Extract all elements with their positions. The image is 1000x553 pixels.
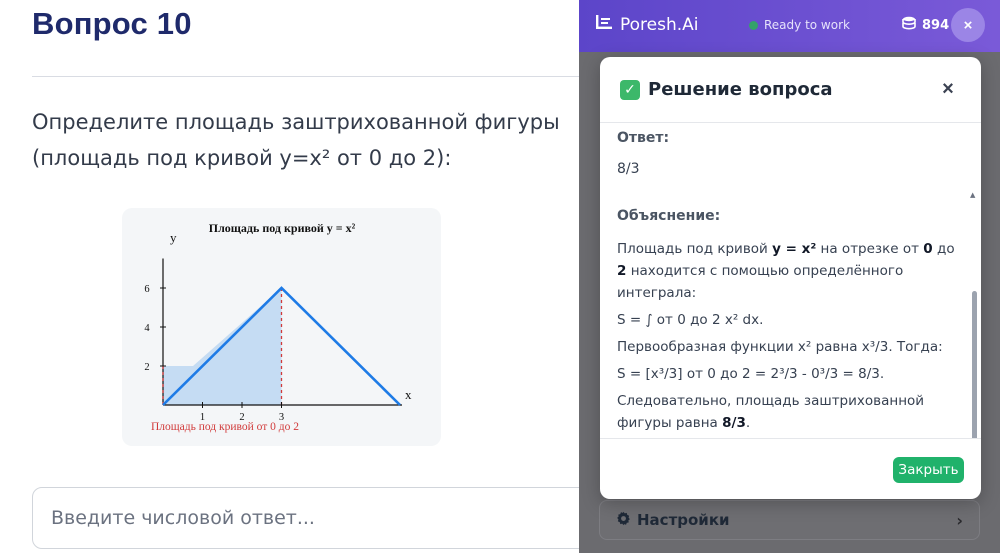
bound-lower: 0 bbox=[923, 241, 933, 257]
status-indicator: Ready to work bbox=[749, 18, 850, 32]
chart-caption: Площадь под кривой от 0 до 2 bbox=[151, 421, 299, 433]
text-span: до bbox=[937, 241, 955, 257]
explanation-paragraph-2: S = ∫ от 0 до 2 x² dx. bbox=[617, 312, 764, 328]
solution-modal: ✓ Решение вопроса × Ответ: 8/3 Объяснени… bbox=[600, 57, 981, 499]
explanation-paragraph-4: S = [x³/3] от 0 до 2 = 2³/3 - 0³/3 = 8/3… bbox=[617, 366, 885, 382]
modal-title-text: Решение вопроса bbox=[648, 79, 833, 100]
text-span: на отрезке от bbox=[820, 241, 919, 257]
question-text: Определите площадь заштрихованной фигуры… bbox=[32, 110, 560, 170]
formula-text: y = x² bbox=[772, 241, 817, 257]
text-span: Площадь под кривой bbox=[617, 241, 768, 257]
explanation-paragraph-3: Первообразная функции x² равна x³/3. Тог… bbox=[617, 339, 943, 355]
y-axis-label: y bbox=[170, 230, 177, 245]
modal-footer: Закрыть bbox=[600, 438, 981, 499]
coins-count: 894 bbox=[922, 17, 950, 33]
chart-title: Площадь под кривой y = x² bbox=[209, 221, 356, 235]
y-tick-label: 6 bbox=[144, 284, 149, 295]
text-span: находится с помощью определённого интегр… bbox=[617, 263, 904, 301]
panel-close-button[interactable]: × bbox=[951, 8, 985, 42]
close-icon: × bbox=[963, 16, 973, 34]
plot-area: 1 2 3246 bbox=[144, 258, 402, 423]
explanation-paragraph-1: Площадь под кривой y = x² на отрезке от … bbox=[617, 238, 957, 304]
final-answer: 8/3 bbox=[722, 415, 746, 431]
assistant-panel: Poresh.Ai Ready to work 894 × Настройки … bbox=[579, 0, 1000, 553]
question-title: Вопрос 10 bbox=[32, 6, 192, 41]
checkmark-icon: ✓ bbox=[620, 79, 640, 100]
status-dot-icon bbox=[749, 20, 758, 30]
area-chart: Площадь под кривой y = x² 1 2 3246 y x Пло… bbox=[144, 221, 412, 433]
x-axis-label: x bbox=[405, 387, 412, 402]
close-modal-button[interactable]: Закрыть bbox=[893, 457, 964, 483]
coins-icon bbox=[901, 16, 917, 34]
y-tick-label: 4 bbox=[144, 323, 150, 334]
explanation-paragraph-5: Следовательно, площадь заштрихованной фи… bbox=[617, 390, 957, 434]
explanation-label: Объяснение: bbox=[617, 208, 721, 224]
settings-label: Настройки bbox=[637, 511, 730, 529]
modal-close-button[interactable]: × bbox=[936, 77, 960, 101]
close-icon: × bbox=[942, 77, 954, 100]
solution-content: Ответ: 8/3 Объяснение: Площадь под криво… bbox=[617, 130, 957, 434]
modal-header: ✓ Решение вопроса × bbox=[600, 57, 981, 123]
list-icon bbox=[595, 14, 613, 35]
figure-card: Площадь под кривой y = x² 123246 y x Пло… bbox=[122, 208, 441, 446]
scrollbar-thumb[interactable] bbox=[972, 291, 977, 438]
status-text: Ready to work bbox=[764, 18, 850, 32]
gear-icon bbox=[616, 511, 631, 530]
y-tick-label: 2 bbox=[144, 362, 149, 373]
panel-header: Poresh.Ai Ready to work 894 × bbox=[579, 0, 1000, 52]
answer-input[interactable] bbox=[32, 487, 652, 549]
text-span: Следовательно, площадь заштрихованной фи… bbox=[617, 393, 925, 431]
bound-upper: 2 bbox=[617, 263, 627, 279]
scroll-up-arrow-icon[interactable]: ▲ bbox=[970, 191, 975, 199]
coin-balance: 894 bbox=[901, 16, 949, 34]
modal-body[interactable]: Ответ: 8/3 Объяснение: Площадь под криво… bbox=[600, 124, 981, 438]
answer-label: Ответ: bbox=[617, 130, 670, 146]
modal-title: ✓ Решение вопроса bbox=[620, 79, 833, 100]
divider bbox=[32, 76, 592, 77]
brand: Poresh.Ai bbox=[595, 14, 699, 35]
settings-row[interactable]: Настройки › bbox=[599, 500, 980, 540]
brand-name: Poresh.Ai bbox=[620, 14, 699, 35]
chevron-right-icon: › bbox=[956, 510, 963, 530]
text-span: . bbox=[745, 415, 751, 431]
answer-value: 8/3 bbox=[617, 161, 640, 177]
